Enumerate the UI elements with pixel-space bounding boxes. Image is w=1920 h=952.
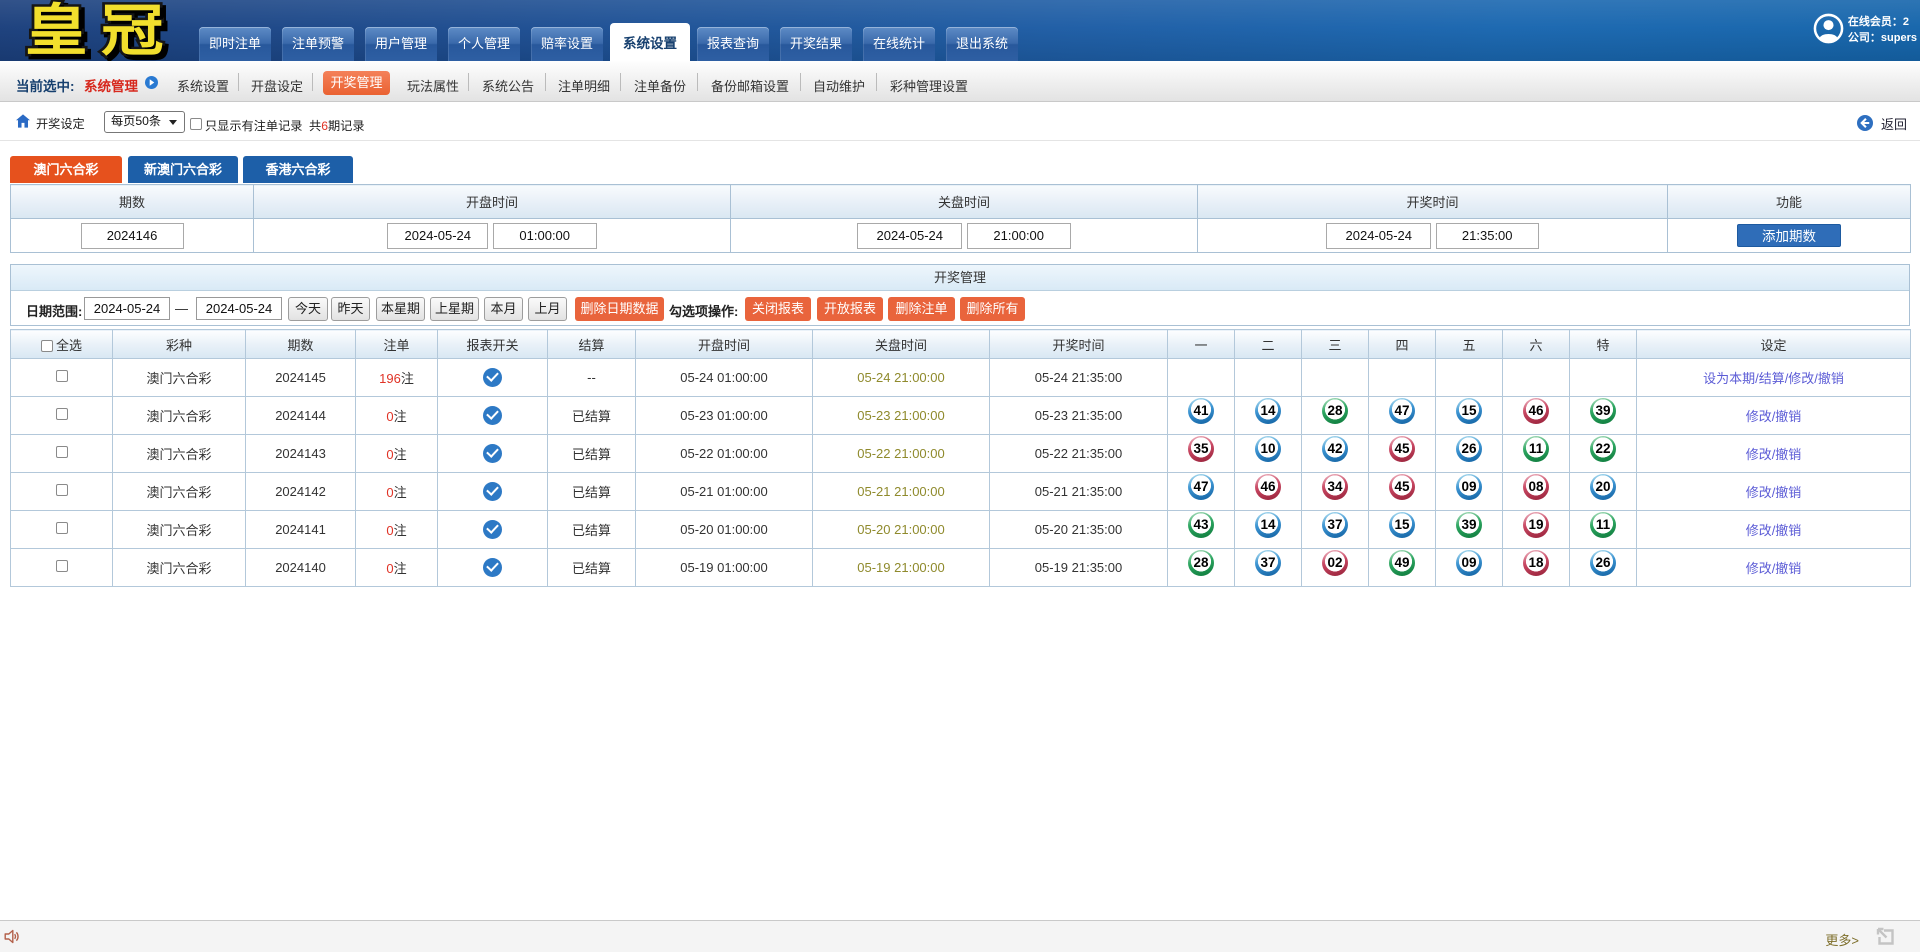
svg-text:皇冠: 皇冠	[25, 0, 177, 61]
